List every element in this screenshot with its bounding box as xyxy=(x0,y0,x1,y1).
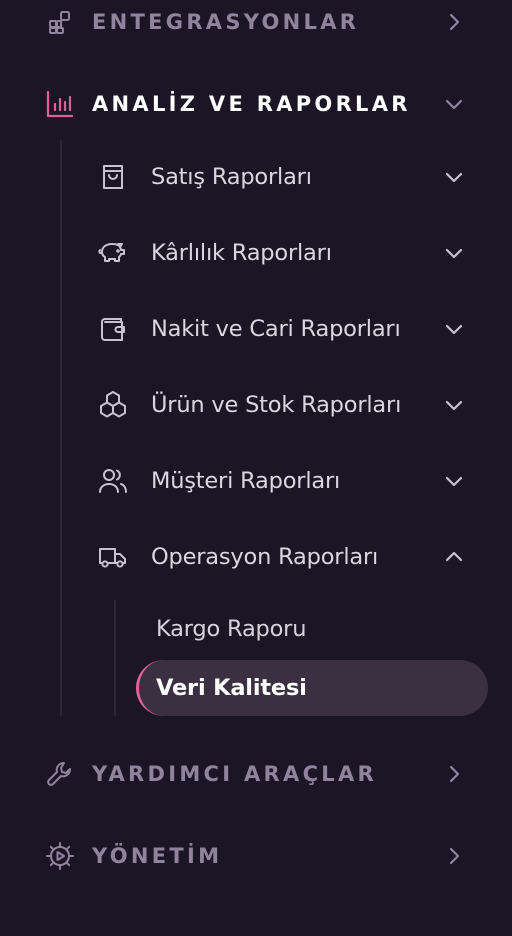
section-label: YÖNETİM xyxy=(92,844,223,868)
chevron-down-icon xyxy=(441,164,467,190)
section-tools[interactable]: YARDIMCI ARAÇLAR xyxy=(0,752,512,796)
chevron-down-icon xyxy=(441,468,467,494)
wrench-icon xyxy=(44,758,76,790)
chevron-up-icon xyxy=(441,544,467,570)
wallet-icon xyxy=(96,312,130,346)
sidebar-nav: ENTEGRASYONLAR ANALİZ VE RAPORLAR Satış … xyxy=(0,0,512,936)
menu-item-profitability-reports[interactable]: Kârlılık Raporları xyxy=(90,229,480,277)
menu-item-label: Satış Raporları xyxy=(151,164,312,190)
menu-item-label: Nakit ve Cari Raporları xyxy=(151,316,401,342)
section-management[interactable]: YÖNETİM xyxy=(0,834,512,878)
menu-item-product-stock-reports[interactable]: Ürün ve Stok Raporları xyxy=(90,381,480,429)
menu-item-label: Kargo Raporu xyxy=(156,616,307,642)
chevron-down-icon xyxy=(441,91,467,117)
bar-chart-icon xyxy=(44,88,76,120)
menu-item-data-quality[interactable]: Veri Kalitesi xyxy=(136,660,488,716)
chevron-right-icon xyxy=(441,761,467,787)
menu-item-sales-reports[interactable]: Satış Raporları xyxy=(90,153,480,201)
chevron-down-icon xyxy=(441,316,467,342)
menu-item-operation-reports[interactable]: Operasyon Raporları xyxy=(90,533,480,581)
shopping-bag-icon xyxy=(96,160,130,194)
menu-item-label: Müşteri Raporları xyxy=(151,468,341,494)
truck-icon xyxy=(96,540,130,574)
menu-item-label: Kârlılık Raporları xyxy=(151,240,332,266)
menu-item-label: Ürün ve Stok Raporları xyxy=(151,392,402,418)
chevron-right-icon xyxy=(441,843,467,869)
chevron-right-icon xyxy=(441,9,467,35)
menu-item-customer-reports[interactable]: Müşteri Raporları xyxy=(90,457,480,505)
section-integrations[interactable]: ENTEGRASYONLAR xyxy=(0,0,512,44)
menu-item-label: Operasyon Raporları xyxy=(151,544,379,570)
section-label: ENTEGRASYONLAR xyxy=(92,10,360,34)
chevron-down-icon xyxy=(441,240,467,266)
section-analysis-reports[interactable]: ANALİZ VE RAPORLAR xyxy=(0,82,512,126)
blocks-icon xyxy=(44,6,76,38)
piggy-bank-icon xyxy=(96,236,130,270)
users-icon xyxy=(96,464,130,498)
chevron-down-icon xyxy=(441,392,467,418)
tree-line xyxy=(60,140,62,716)
section-label: ANALİZ VE RAPORLAR xyxy=(92,92,411,116)
tree-line xyxy=(114,600,116,716)
boxes-icon xyxy=(96,388,130,422)
menu-item-cash-reports[interactable]: Nakit ve Cari Raporları xyxy=(90,305,480,353)
menu-item-cargo-report[interactable]: Kargo Raporu xyxy=(136,601,488,657)
menu-item-label: Veri Kalitesi xyxy=(156,675,307,701)
section-label: YARDIMCI ARAÇLAR xyxy=(92,762,377,786)
gear-icon xyxy=(44,840,76,872)
